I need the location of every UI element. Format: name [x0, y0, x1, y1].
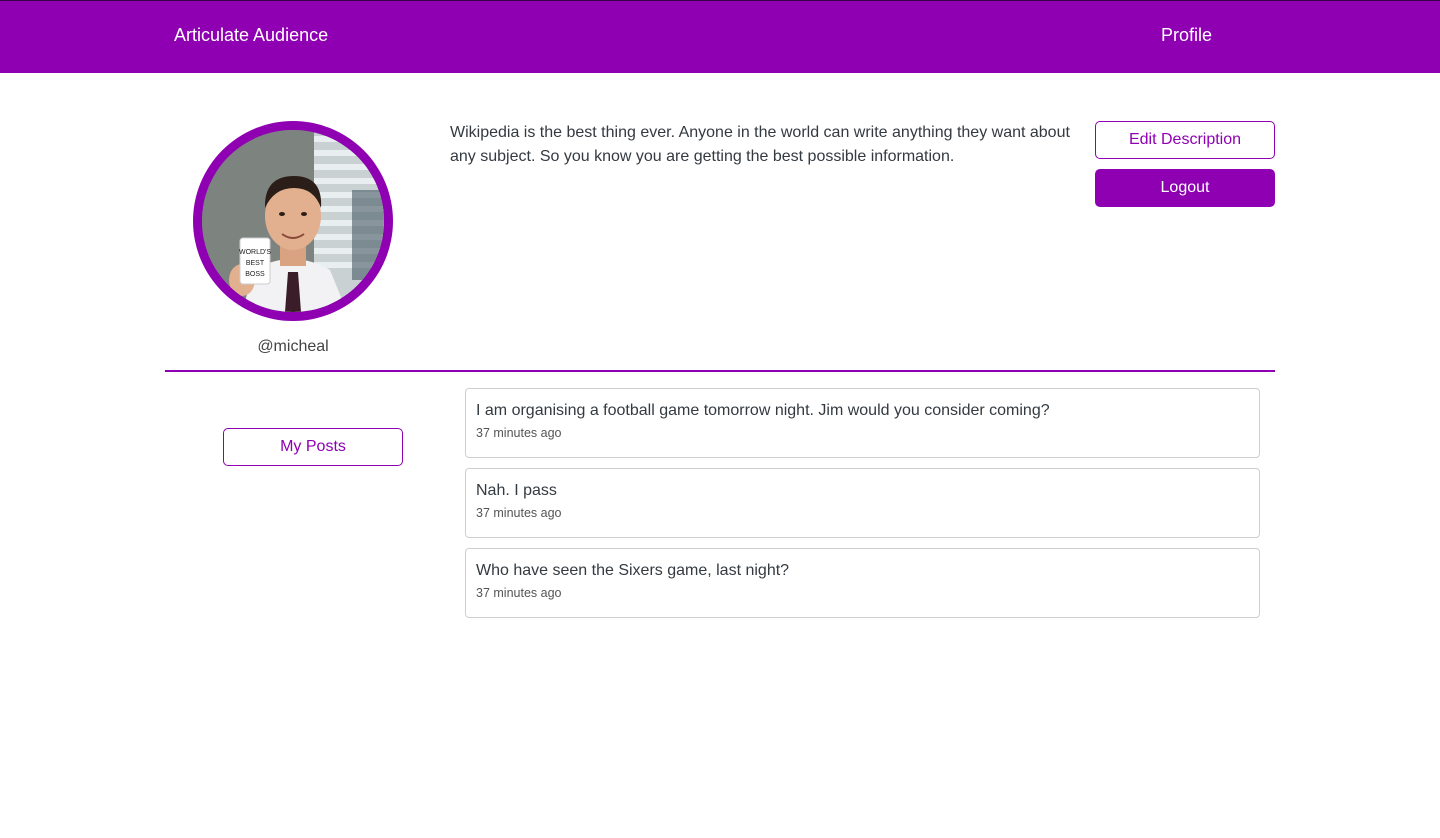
post-timestamp: 37 minutes ago [476, 426, 562, 440]
section-divider [165, 370, 1275, 372]
post-card: Who have seen the Sixers game, last nigh… [465, 548, 1260, 618]
svg-text:BOSS: BOSS [245, 271, 265, 278]
brand-link[interactable]: Articulate Audience [174, 25, 328, 46]
post-card: I am organising a football game tomorrow… [465, 388, 1260, 458]
avatar-image: WORLD'S BEST BOSS [202, 130, 384, 312]
svg-text:BEST: BEST [246, 260, 265, 267]
post-card: Nah. I pass 37 minutes ago [465, 468, 1260, 538]
logout-button[interactable]: Logout [1095, 169, 1275, 207]
nav-profile-link[interactable]: Profile [1161, 25, 1212, 46]
my-posts-button[interactable]: My Posts [223, 428, 403, 466]
avatar-ring: WORLD'S BEST BOSS [193, 121, 393, 321]
edit-description-button[interactable]: Edit Description [1095, 121, 1275, 159]
profile-username: @micheal [257, 338, 329, 355]
post-text: Nah. I pass [476, 482, 557, 499]
svg-text:WORLD'S: WORLD'S [239, 249, 271, 256]
post-text: I am organising a football game tomorrow… [476, 402, 1050, 419]
top-navbar: Articulate Audience Profile [0, 0, 1440, 73]
profile-description: Wikipedia is the best thing ever. Anyone… [450, 124, 1070, 165]
posts-list: I am organising a football game tomorrow… [465, 388, 1260, 628]
post-timestamp: 37 minutes ago [476, 506, 562, 520]
avatar: WORLD'S BEST BOSS [202, 130, 384, 312]
post-timestamp: 37 minutes ago [476, 586, 562, 600]
post-text: Who have seen the Sixers game, last nigh… [476, 562, 790, 579]
